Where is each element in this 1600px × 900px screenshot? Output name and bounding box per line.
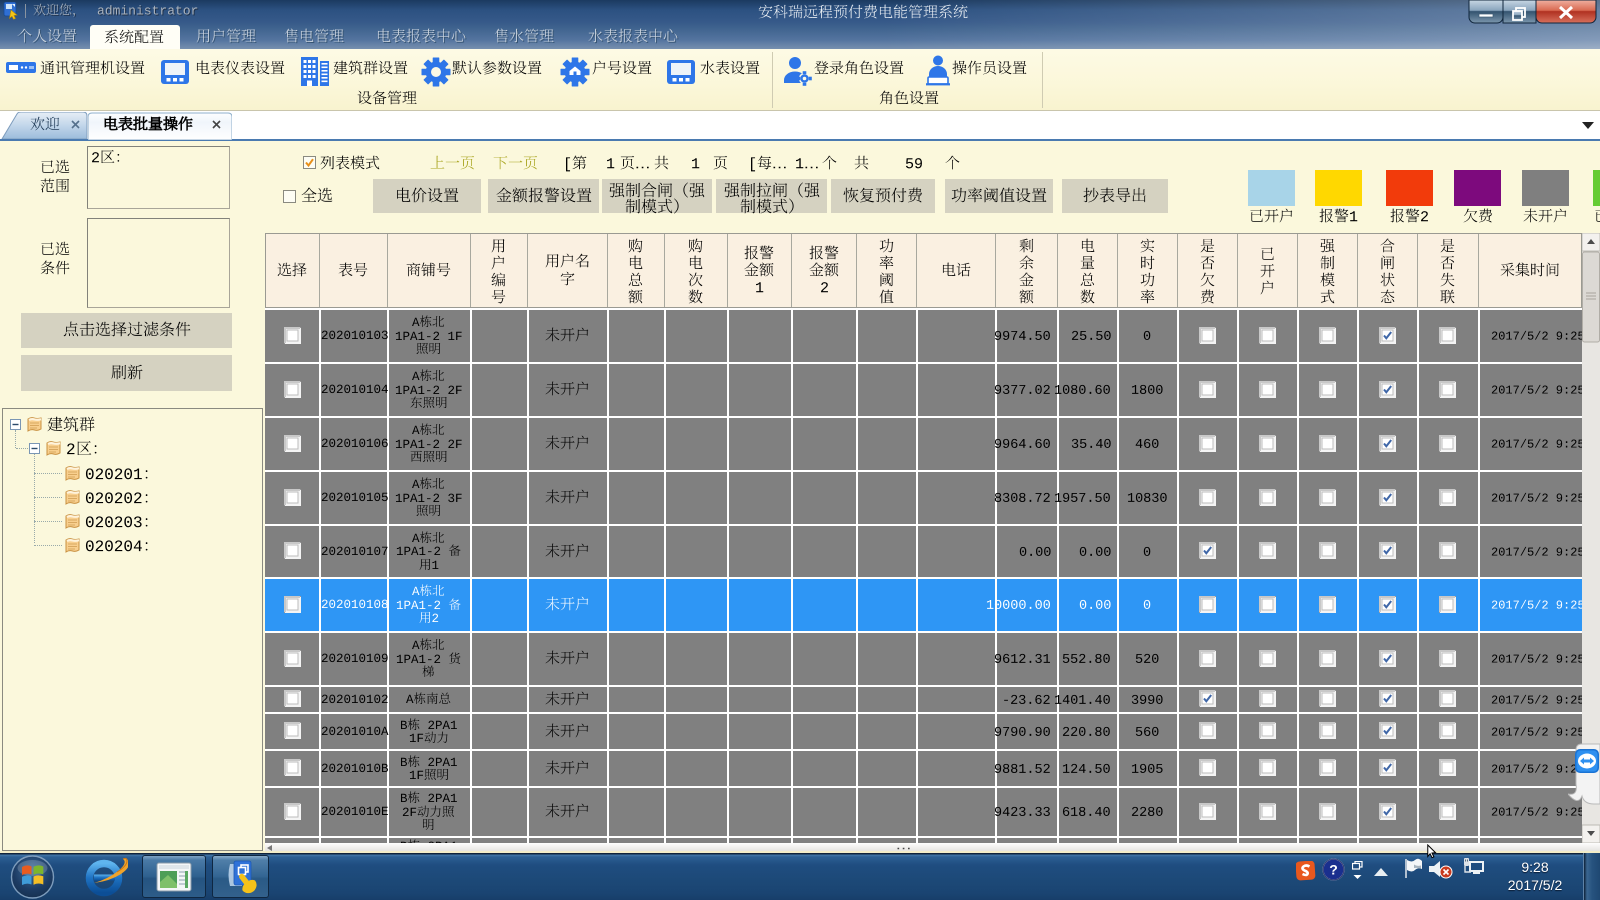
svg-text:?: ?	[1329, 862, 1338, 878]
